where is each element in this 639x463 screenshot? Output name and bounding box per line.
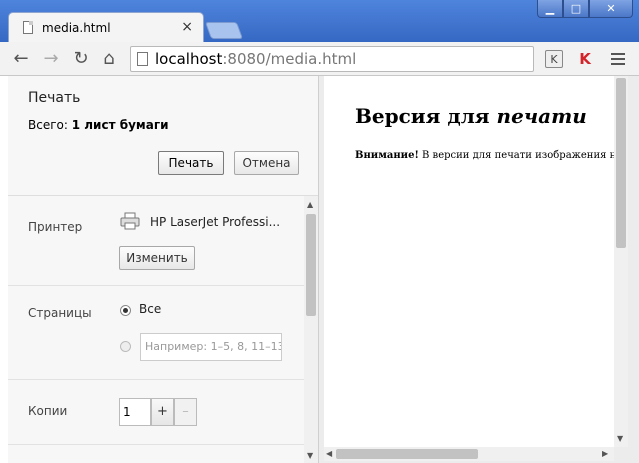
print-button[interactable]: Печать [158, 151, 224, 175]
copies-input[interactable]: 1 [119, 398, 151, 426]
tab-media[interactable]: media.html × [8, 12, 204, 42]
pages-label: Страницы [28, 306, 92, 320]
preview-note: Внимание! В версии для печати изображени… [355, 150, 614, 161]
reload-icon[interactable]: ↻ [70, 48, 92, 70]
printer-name[interactable]: HP LaserJet Professi... [150, 215, 280, 229]
pages-custom-radio[interactable] [120, 341, 131, 352]
forward-arrow-icon[interactable]: → [40, 48, 62, 70]
print-header: Печать Всего: 1 лист бумаги Печать Отмен… [8, 76, 318, 196]
total-summary: Всего: 1 лист бумаги [28, 118, 169, 132]
print-title: Печать [28, 90, 81, 106]
page-icon [137, 52, 148, 66]
scroll-right-icon[interactable]: ▶ [602, 449, 608, 458]
address-bar[interactable]: localhost:8080/media.html [130, 46, 534, 72]
change-printer-button[interactable]: Изменить [119, 246, 195, 270]
preview-hscroll-thumb[interactable] [336, 449, 478, 459]
scroll-down-icon[interactable]: ▼ [617, 434, 623, 443]
maximize-button[interactable]: □ [563, 0, 589, 18]
print-settings-panel: Печать Всего: 1 лист бумаги Печать Отмен… [8, 76, 319, 463]
copies-label: Копии [28, 404, 68, 418]
preview-horizontal-scrollbar[interactable]: ◀ ▶ [324, 447, 614, 461]
printer-label: Принтер [28, 220, 83, 234]
preview-vscroll-thumb[interactable] [616, 78, 626, 248]
back-arrow-icon[interactable]: ← [10, 48, 32, 70]
printer-row: Принтер HP LaserJet Professi... Изменить [8, 196, 304, 286]
url-text: localhost:8080/media.html [155, 50, 357, 68]
copies-decrement-button[interactable]: – [174, 398, 197, 426]
copies-increment-button[interactable]: + [151, 398, 174, 426]
browser-window: media.html × ▁ □ ✕ ← → ↻ ⌂ localhost:808… [0, 0, 639, 463]
close-tab-icon[interactable]: × [181, 20, 193, 34]
preview-vertical-scrollbar[interactable]: ▼ [614, 76, 628, 447]
menu-icon[interactable] [609, 50, 627, 68]
print-preview: Версия для печати Внимание! В версии для… [319, 76, 639, 463]
scroll-up-icon[interactable]: ▲ [307, 200, 313, 209]
title-bar: media.html × ▁ □ ✕ [0, 0, 639, 42]
scroll-down-icon[interactable]: ▼ [307, 451, 313, 460]
pages-all-radio[interactable] [120, 305, 131, 316]
pages-row: Страницы Все Например: 1–5, 8, 11–13 [8, 286, 304, 380]
printer-icon [120, 212, 140, 230]
home-icon[interactable]: ⌂ [98, 48, 120, 70]
content-area: Печать Всего: 1 лист бумаги Печать Отмен… [0, 76, 639, 463]
close-window-button[interactable]: ✕ [589, 0, 633, 18]
cancel-button[interactable]: Отмена [234, 151, 299, 175]
minimize-button[interactable]: ▁ [537, 0, 563, 18]
copies-row: Копии 1 + – [8, 380, 304, 445]
browser-toolbar: ← → ↻ ⌂ localhost:8080/media.html K K [0, 42, 639, 76]
kaspersky-icon[interactable]: K [576, 50, 594, 68]
pages-all-label: Все [139, 302, 162, 316]
new-tab-button[interactable] [204, 22, 244, 39]
scroll-left-icon[interactable]: ◀ [326, 449, 332, 458]
pages-input[interactable]: Например: 1–5, 8, 11–13 [140, 333, 282, 361]
settings-scrollbar[interactable]: ▲ ▼ [304, 196, 318, 463]
preview-page: Версия для печати Внимание! В версии для… [324, 76, 614, 447]
scrollbar-thumb[interactable] [306, 214, 316, 316]
window-controls: ▁ □ ✕ [537, 0, 633, 18]
k-extension-icon[interactable]: K [545, 50, 563, 68]
preview-heading: Версия для печати [355, 104, 587, 128]
page-icon [23, 21, 33, 34]
tab-title: media.html [42, 21, 111, 35]
